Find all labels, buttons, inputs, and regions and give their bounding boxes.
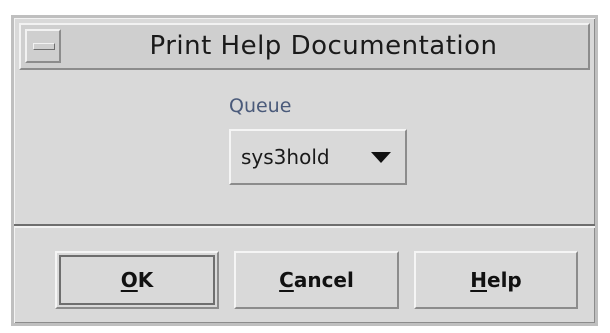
- cancel-label-rest: ancel: [293, 268, 354, 292]
- separator: [14, 224, 595, 228]
- ok-mnemonic: O: [120, 268, 138, 292]
- dialog-title: Print Help Documentation: [149, 31, 498, 61]
- print-help-dialog: Print Help Documentation Queue sys3hold …: [11, 15, 598, 326]
- help-button[interactable]: Help: [414, 251, 578, 309]
- help-mnemonic: H: [470, 268, 487, 292]
- ok-button[interactable]: OK: [55, 251, 219, 309]
- ok-label-rest: K: [137, 268, 154, 292]
- triangle-down-icon: [371, 152, 391, 163]
- help-label-rest: elp: [487, 268, 522, 292]
- cancel-mnemonic: C: [279, 268, 294, 292]
- queue-dropdown[interactable]: sys3hold: [229, 129, 407, 185]
- cancel-button[interactable]: Cancel: [234, 251, 399, 309]
- title-bar[interactable]: Print Help Documentation: [19, 23, 590, 70]
- queue-label: Queue: [229, 95, 292, 117]
- window-menu-icon: [33, 43, 55, 50]
- window-menu-button[interactable]: [25, 29, 61, 63]
- queue-selected-value: sys3hold: [241, 145, 330, 169]
